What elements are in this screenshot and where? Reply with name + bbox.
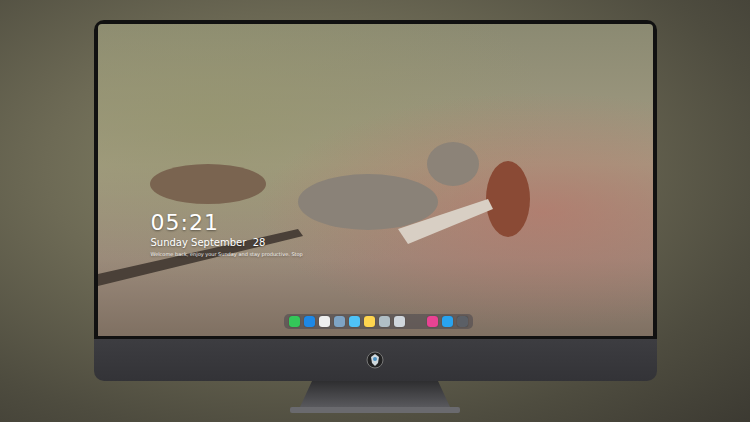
monitor-chin: [94, 339, 657, 381]
dock-app-icon[interactable]: [334, 316, 345, 327]
dock-app-icon[interactable]: [319, 316, 330, 327]
wallpaper-photo: [98, 24, 653, 336]
dock-app-icon[interactable]: [427, 316, 438, 327]
dock: [284, 314, 473, 329]
clock: 05:21: [151, 210, 303, 236]
monitor-stand: [300, 381, 450, 407]
monitor: 05:21 Sunday September 28 Welcome back, …: [94, 20, 657, 413]
dock-apps: [289, 316, 405, 327]
dock-app-icon[interactable]: [304, 316, 315, 327]
dock-pinned: [427, 316, 468, 327]
dock-app-icon[interactable]: [364, 316, 375, 327]
dock-app-icon[interactable]: [379, 316, 390, 327]
desktop-screen: 05:21 Sunday September 28 Welcome back, …: [98, 24, 653, 336]
brand-logo-icon: [366, 351, 384, 369]
dock-app-icon[interactable]: [457, 316, 468, 327]
lock-screen-info: 05:21 Sunday September 28 Welcome back, …: [151, 210, 303, 258]
dock-app-icon[interactable]: [349, 316, 360, 327]
dock-app-icon[interactable]: [394, 316, 405, 327]
monitor-bezel: 05:21 Sunday September 28 Welcome back, …: [94, 20, 657, 339]
date-label: Sunday September 28: [151, 236, 303, 250]
dock-app-icon[interactable]: [442, 316, 453, 327]
message-label: Welcome back, enjoy your Sunday and stay…: [151, 250, 303, 258]
dock-app-icon[interactable]: [289, 316, 300, 327]
dock-separator: [409, 317, 423, 327]
monitor-base: [290, 407, 460, 413]
